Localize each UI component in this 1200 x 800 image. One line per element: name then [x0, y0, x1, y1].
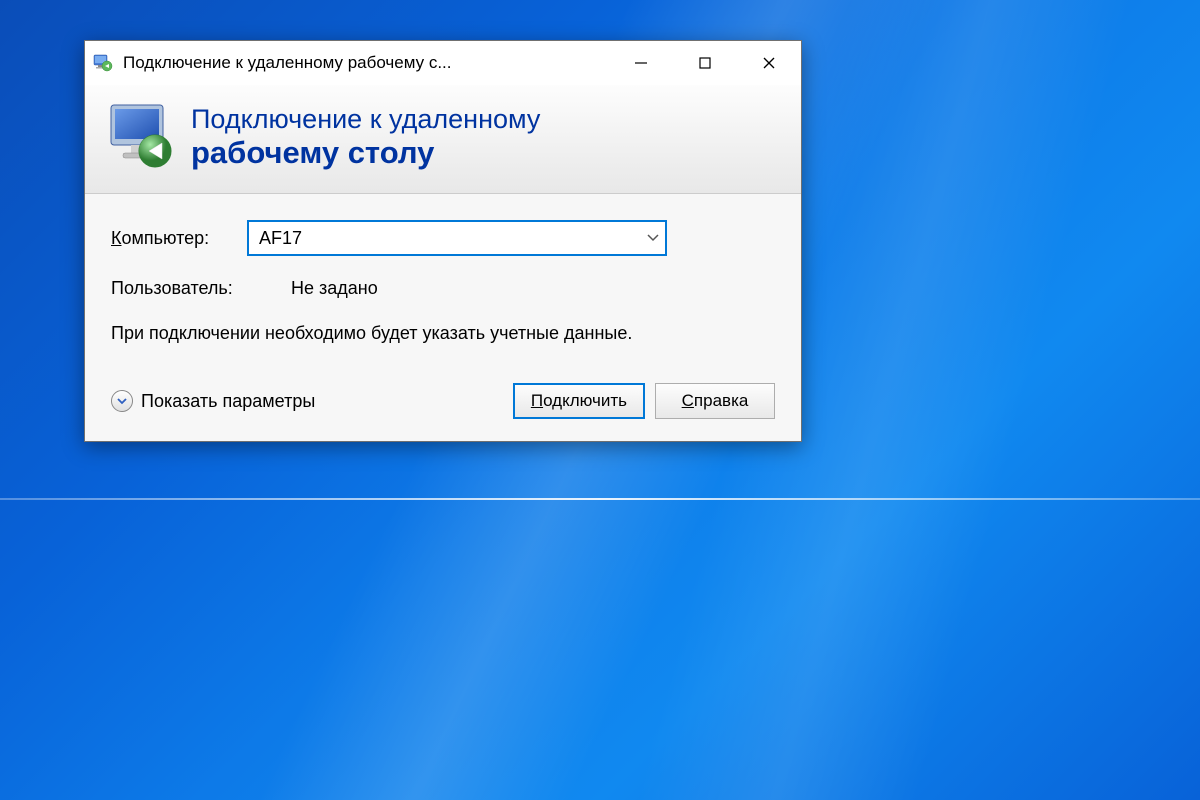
minimize-button[interactable]	[609, 41, 673, 85]
app-icon	[93, 53, 113, 73]
close-button[interactable]	[737, 41, 801, 85]
user-row: Пользователь: Не задано	[111, 278, 775, 299]
computer-row: Компьютер:	[111, 220, 775, 256]
expand-down-icon	[111, 390, 133, 412]
window-title: Подключение к удаленному рабочему с...	[123, 53, 609, 73]
computer-input[interactable]	[247, 220, 667, 256]
help-button[interactable]: Справка	[655, 383, 775, 419]
content-panel: Компьютер: Пользователь: Не задано При п…	[85, 194, 801, 441]
computer-combobox[interactable]	[247, 220, 667, 256]
bottom-row: Показать параметры Подключить Справка	[111, 383, 775, 419]
rdp-dialog: Подключение к удаленному рабочему с...	[84, 40, 802, 442]
user-value: Не задано	[291, 278, 378, 299]
computer-label: Компьютер:	[111, 228, 247, 249]
header-line2: рабочему столу	[191, 135, 540, 171]
titlebar[interactable]: Подключение к удаленному рабочему с...	[85, 41, 801, 85]
credentials-info: При подключении необходимо будет указать…	[111, 321, 775, 345]
button-group: Подключить Справка	[513, 383, 775, 419]
header-panel: Подключение к удаленному рабочему столу	[85, 85, 801, 194]
header-text: Подключение к удаленному рабочему столу	[191, 104, 540, 171]
window-controls	[609, 41, 801, 85]
maximize-button[interactable]	[673, 41, 737, 85]
header-line1: Подключение к удаленному	[191, 104, 540, 135]
show-parameters-link[interactable]: Показать параметры	[111, 390, 315, 412]
user-label: Пользователь:	[111, 278, 291, 299]
desktop-light-line	[0, 498, 1200, 500]
connect-button[interactable]: Подключить	[513, 383, 645, 419]
rdp-logo-icon	[105, 101, 177, 173]
